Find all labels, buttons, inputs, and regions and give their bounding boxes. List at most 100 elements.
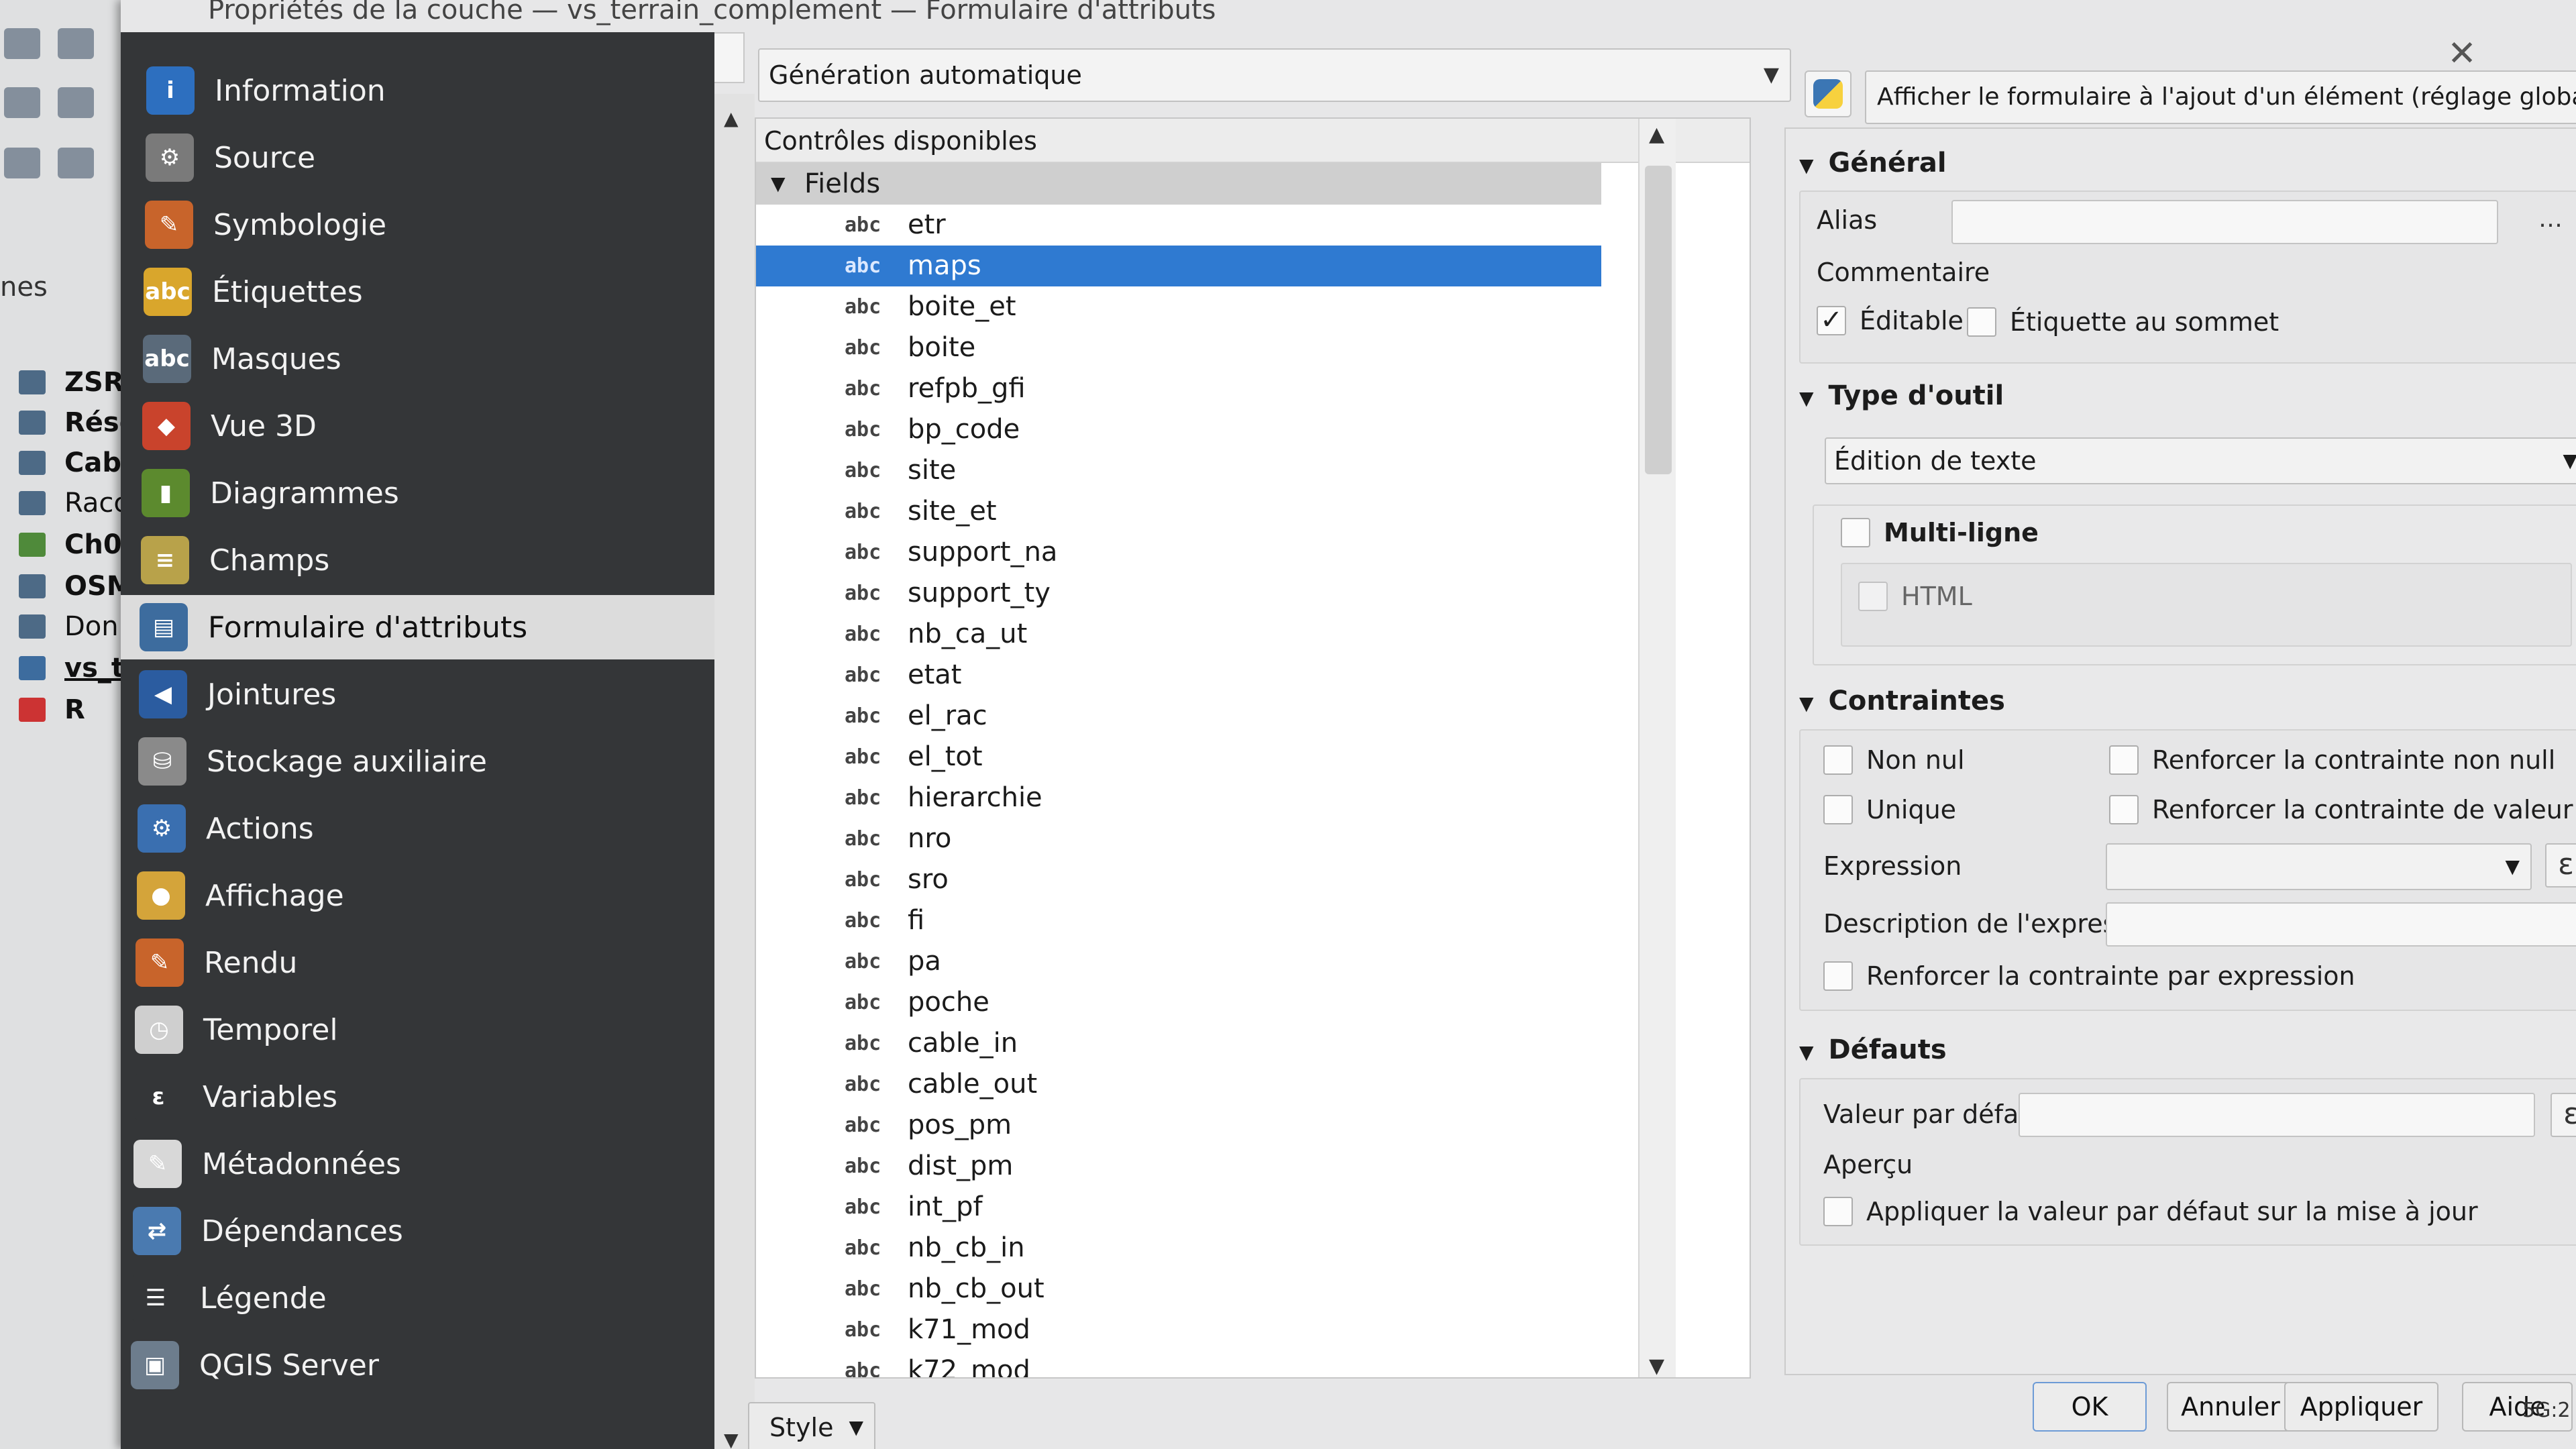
field-item[interactable]: abc sro: [756, 859, 1601, 900]
sidebar-item[interactable]: ⛁ Stockage auxiliaire: [121, 729, 714, 794]
field-item[interactable]: abc pos_pm: [756, 1105, 1601, 1146]
enforce-unique-checkbox[interactable]: [2109, 795, 2139, 824]
sidebar-item[interactable]: ▤ Formulaire d'attributs: [121, 595, 714, 659]
field-item[interactable]: abc hierarchie: [756, 777, 1601, 818]
toolbar-icon[interactable]: [4, 28, 40, 59]
sidebar-item[interactable]: ◀ Jointures: [121, 662, 714, 727]
alias-input[interactable]: [1951, 200, 2498, 244]
field-item[interactable]: abc k71_mod: [756, 1309, 1601, 1350]
show-form-combo[interactable]: Afficher le formulaire à l'ajout d'un él…: [1865, 70, 2576, 124]
sidebar-item[interactable]: ▮ Diagrammes: [121, 461, 714, 525]
apply-button[interactable]: Appliquer: [2284, 1382, 2438, 1432]
field-item[interactable]: abc dist_pm: [756, 1146, 1601, 1187]
field-item[interactable]: abc site: [756, 450, 1601, 491]
field-item[interactable]: abc k72_mod: [756, 1350, 1601, 1377]
sidebar-item[interactable]: ◷ Temporel: [121, 998, 714, 1062]
field-item[interactable]: abc bp_code: [756, 409, 1601, 450]
scroll-up-icon[interactable]: ▲: [1649, 123, 1664, 146]
sidebar-item[interactable]: ⇄ Dépendances: [121, 1199, 714, 1263]
sidebar-item[interactable]: i Information: [121, 58, 714, 123]
sidebar-item[interactable]: ✎ Symbologie: [121, 193, 714, 257]
field-item[interactable]: abc nb_cb_in: [756, 1228, 1601, 1269]
unique-label: Unique: [1866, 795, 1957, 824]
sidebar-item[interactable]: ▣ QGIS Server: [121, 1333, 714, 1397]
tree-scrollbar[interactable]: ▲ ▼: [1638, 119, 1676, 1377]
field-item[interactable]: abc boite_et: [756, 286, 1601, 327]
toolbar-icon[interactable]: [4, 87, 40, 118]
ok-button[interactable]: OK: [2033, 1382, 2147, 1432]
section-general-header[interactable]: ▼ Général: [1799, 148, 1947, 178]
field-name: fi: [908, 905, 925, 936]
scroll-down-icon[interactable]: ▼: [724, 1429, 739, 1449]
field-item[interactable]: abc pa: [756, 941, 1601, 982]
field-item[interactable]: abc refpb_gfi: [756, 368, 1601, 409]
toolbar-icon[interactable]: [58, 87, 94, 118]
scrollbar-thumb[interactable]: [1645, 166, 1672, 474]
field-item[interactable]: abc etat: [756, 655, 1601, 696]
field-item[interactable]: abc int_pf: [756, 1187, 1601, 1228]
unique-checkbox[interactable]: [1823, 795, 1853, 824]
sidebar-item[interactable]: abc Masques: [121, 327, 714, 391]
expression-builder-icon[interactable]: ε: [2551, 1093, 2576, 1137]
toolbar-icon[interactable]: [4, 148, 40, 178]
sidebar-item[interactable]: ● Affichage: [121, 863, 714, 928]
sidebar-item[interactable]: ε Variables: [121, 1065, 714, 1129]
sidebar-scrollbar[interactable]: ▲ ▼: [714, 94, 755, 1449]
field-name: cable_out: [908, 1069, 1038, 1099]
section-widget-type-header[interactable]: ▼ Type d'outil: [1799, 380, 2004, 411]
field-item[interactable]: abc maps: [756, 246, 1601, 286]
field-item[interactable]: abc support_na: [756, 532, 1601, 573]
scroll-up-icon[interactable]: ▲: [724, 107, 739, 129]
collapse-arrow-icon[interactable]: ▼: [771, 163, 786, 205]
default-value-input[interactable]: [2019, 1093, 2535, 1137]
sidebar-item[interactable]: ≡ Champs: [121, 528, 714, 592]
multiline-checkbox[interactable]: [1841, 518, 1870, 547]
close-icon[interactable]: ✕: [2442, 34, 2482, 74]
scroll-down-icon[interactable]: ▼: [1649, 1354, 1664, 1377]
label-on-top-checkbox[interactable]: [1967, 307, 1996, 337]
fields-group-row[interactable]: ▼ Fields: [756, 163, 1601, 205]
field-item[interactable]: abc fi: [756, 900, 1601, 941]
field-item[interactable]: abc el_tot: [756, 737, 1601, 777]
toolbar-icon[interactable]: [58, 148, 94, 178]
layout-generation-combo[interactable]: Génération automatique ▼: [758, 48, 1791, 102]
field-item[interactable]: abc nro: [756, 818, 1601, 859]
field-item[interactable]: abc el_rac: [756, 696, 1601, 737]
not-null-checkbox[interactable]: [1823, 745, 1853, 775]
label-on-top-label: Étiquette au sommet: [2010, 307, 2279, 337]
field-item[interactable]: abc etr: [756, 205, 1601, 246]
editable-checkbox[interactable]: ✓: [1817, 306, 1846, 335]
widget-type-combo[interactable]: Édition de texte ▼: [1825, 437, 2576, 484]
field-item[interactable]: abc nb_ca_ut: [756, 614, 1601, 655]
more-options-icon[interactable]: …: [2538, 205, 2563, 233]
field-name: hierarchie: [908, 782, 1042, 813]
sidebar-item[interactable]: abc Étiquettes: [121, 260, 714, 324]
field-item[interactable]: abc poche: [756, 982, 1601, 1023]
field-item[interactable]: abc cable_out: [756, 1064, 1601, 1105]
html-checkbox[interactable]: [1858, 582, 1888, 611]
enforce-expression-checkbox[interactable]: [1823, 961, 1853, 991]
sidebar-item[interactable]: ⚙ Source: [121, 125, 714, 190]
python-init-button[interactable]: [1805, 70, 1851, 117]
expression-builder-icon[interactable]: ε: [2545, 843, 2576, 888]
cancel-button[interactable]: Annuler: [2167, 1382, 2294, 1432]
expression-description-input[interactable]: [2106, 902, 2576, 947]
sidebar-item[interactable]: ☰ Légende: [121, 1266, 714, 1330]
section-defaults-header[interactable]: ▼ Défauts: [1799, 1034, 1947, 1065]
section-constraints-header[interactable]: ▼ Contraintes: [1799, 686, 2005, 716]
sidebar-item[interactable]: ◆ Vue 3D: [121, 394, 714, 458]
field-item[interactable]: abc site_et: [756, 491, 1601, 532]
field-name: support_na: [908, 537, 1058, 568]
field-item[interactable]: abc nb_cb_out: [756, 1269, 1601, 1309]
sidebar-item[interactable]: ⚙ Actions: [121, 796, 714, 861]
enforce-not-null-checkbox[interactable]: [2109, 745, 2139, 775]
sidebar-item[interactable]: ✎ Rendu: [121, 930, 714, 995]
apply-default-on-update-checkbox[interactable]: [1823, 1197, 1853, 1226]
sidebar-item[interactable]: ✎ Métadonnées: [121, 1132, 714, 1196]
style-button[interactable]: Style ▼: [748, 1402, 875, 1449]
expression-combo[interactable]: ▼: [2106, 843, 2532, 890]
field-item[interactable]: abc support_ty: [756, 573, 1601, 614]
field-item[interactable]: abc boite: [756, 327, 1601, 368]
toolbar-icon[interactable]: [58, 28, 94, 59]
field-item[interactable]: abc cable_in: [756, 1023, 1601, 1064]
